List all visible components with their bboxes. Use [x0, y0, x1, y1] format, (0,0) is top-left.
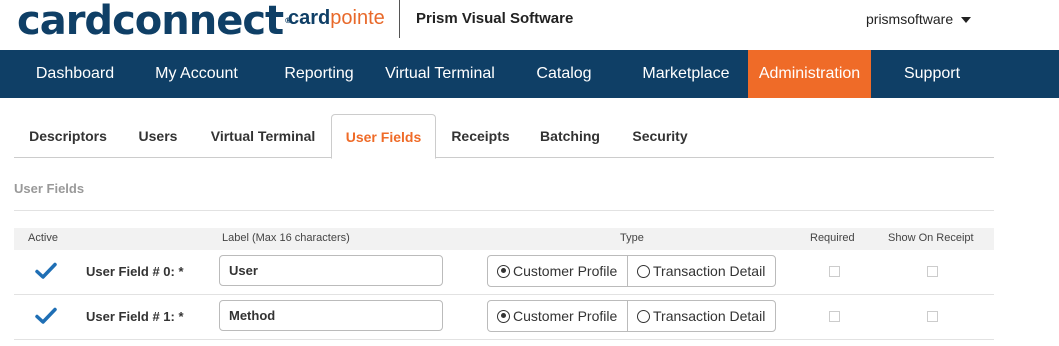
user-field-name: User Field # 1: *	[86, 309, 184, 324]
tab-virtual-terminal[interactable]: Virtual Terminal	[202, 114, 324, 158]
app-header: cardconnect® cardpointe Prism Visual Sof…	[0, 0, 1059, 50]
header-divider	[399, 0, 400, 38]
user-name[interactable]: prismsoftware	[866, 11, 953, 28]
type-option-label: Customer Profile	[513, 263, 618, 279]
section-title: User Fields	[14, 181, 85, 196]
type-option-customer-profile[interactable]: Customer Profile	[488, 256, 628, 286]
table-row: User Field # 0: * Customer Profile Trans…	[14, 250, 994, 295]
checkmark-icon[interactable]	[35, 262, 57, 280]
nav-item-virtual-terminal[interactable]: Virtual Terminal	[380, 50, 500, 98]
checkmark-icon[interactable]	[35, 307, 57, 325]
type-toggle-group: Customer Profile Transaction Detail	[487, 255, 776, 287]
user-field-label-input[interactable]	[219, 255, 443, 286]
type-toggle-group: Customer Profile Transaction Detail	[487, 300, 776, 332]
nav-item-support[interactable]: Support	[891, 50, 973, 98]
chevron-down-icon[interactable]	[961, 16, 972, 23]
table-header: Active Label (Max 16 characters) Type Re…	[14, 228, 994, 250]
main-nav: Dashboard My Account Reporting Virtual T…	[0, 50, 1059, 98]
col-header-type: Type	[620, 232, 644, 244]
type-option-label: Transaction Detail	[653, 308, 766, 324]
cardpointe-logo: cardpointe	[288, 7, 385, 29]
type-option-customer-profile[interactable]: Customer Profile	[488, 301, 628, 331]
radio-unselected-icon[interactable]	[637, 309, 650, 323]
tab-descriptors[interactable]: Descriptors	[18, 114, 118, 158]
nav-item-administration[interactable]: Administration	[748, 50, 871, 98]
tab-user-fields[interactable]: User Fields	[331, 114, 436, 159]
tab-receipts[interactable]: Receipts	[447, 114, 514, 158]
type-option-transaction-detail[interactable]: Transaction Detail	[628, 301, 775, 331]
radio-unselected-icon[interactable]	[637, 264, 650, 278]
col-header-required: Required	[810, 232, 855, 244]
radio-selected-icon[interactable]	[497, 264, 510, 278]
type-option-transaction-detail[interactable]: Transaction Detail	[628, 256, 775, 286]
radio-selected-icon[interactable]	[497, 309, 510, 323]
type-option-label: Transaction Detail	[653, 263, 766, 279]
user-field-label-input[interactable]	[219, 300, 443, 331]
nav-item-catalog[interactable]: Catalog	[524, 50, 604, 98]
tab-batching[interactable]: Batching	[533, 114, 607, 158]
table-row: User Field # 1: * Customer Profile Trans…	[14, 295, 994, 340]
show-on-receipt-checkbox[interactable]	[927, 311, 938, 322]
tab-security[interactable]: Security	[625, 114, 695, 158]
type-option-label: Customer Profile	[513, 308, 618, 324]
required-checkbox[interactable]	[829, 266, 840, 277]
nav-item-marketplace[interactable]: Marketplace	[637, 50, 735, 98]
section-divider	[14, 210, 994, 211]
col-header-label: Label (Max 16 characters)	[222, 232, 350, 244]
merchant-name: Prism Visual Software	[416, 10, 574, 27]
required-checkbox[interactable]	[829, 311, 840, 322]
tab-users[interactable]: Users	[129, 114, 187, 158]
col-header-show-on-receipt: Show On Receipt	[888, 232, 974, 244]
nav-item-my-account[interactable]: My Account	[150, 50, 243, 98]
cardconnect-logo[interactable]: cardconnect®	[17, 0, 292, 42]
col-header-active: Active	[28, 232, 58, 244]
user-field-name: User Field # 0: *	[86, 264, 184, 279]
user-menu[interactable]: prismsoftware	[866, 11, 972, 28]
show-on-receipt-checkbox[interactable]	[927, 266, 938, 277]
admin-tabs: Descriptors Users Virtual Terminal User …	[14, 114, 994, 159]
nav-item-dashboard[interactable]: Dashboard	[0, 50, 150, 98]
nav-item-reporting[interactable]: Reporting	[268, 50, 370, 98]
